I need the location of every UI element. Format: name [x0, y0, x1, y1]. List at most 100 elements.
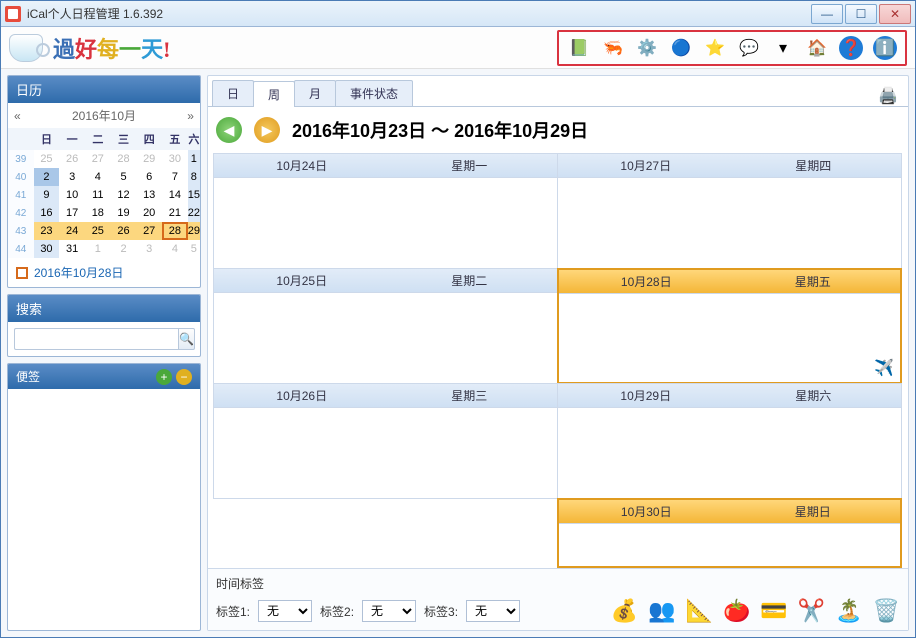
cal-day[interactable]: 29 [136, 150, 162, 168]
day-cell[interactable]: 10月25日星期二 [213, 268, 558, 384]
food-icon[interactable]: 🍅 [723, 598, 750, 624]
cal-day[interactable]: 10 [59, 186, 85, 204]
cal-day[interactable]: 9 [34, 186, 60, 204]
notes-body[interactable] [8, 389, 200, 539]
cal-day[interactable]: 29 [188, 222, 200, 240]
help-icon[interactable]: ❓ [839, 36, 863, 60]
cal-next[interactable]: » [187, 109, 194, 123]
chat-icon[interactable]: 💬 [737, 36, 761, 60]
cal-day[interactable]: 4 [162, 240, 188, 258]
cal-day[interactable]: 27 [136, 222, 162, 240]
cal-day[interactable]: 3 [136, 240, 162, 258]
cal-day[interactable]: 28 [162, 222, 188, 240]
cal-day[interactable]: 18 [85, 204, 111, 222]
cal-day[interactable]: 2 [34, 168, 60, 186]
next-week-button[interactable]: ▶ [254, 117, 280, 143]
search-button[interactable]: 🔍 [178, 328, 195, 350]
minimize-button[interactable]: — [811, 4, 843, 24]
cal-day[interactable]: 5 [111, 168, 137, 186]
dropdown-icon[interactable]: ▾ [771, 36, 795, 60]
day-header: 10月25日星期二 [214, 269, 557, 293]
cal-day[interactable]: 5 [188, 240, 200, 258]
info-icon[interactable]: ℹ️ [873, 36, 897, 60]
cal-day[interactable]: 11 [85, 186, 111, 204]
today-link[interactable]: 2016年10月28日 [8, 258, 200, 287]
cal-day[interactable]: 26 [59, 150, 85, 168]
cal-day[interactable]: 25 [85, 222, 111, 240]
mini-calendar[interactable]: 日一二三四五六392526272829301402345678419101112… [8, 128, 200, 258]
day-cell[interactable]: 10月26日星期三 [213, 383, 558, 499]
cal-day[interactable]: 26 [111, 222, 137, 240]
tag-select-3[interactable]: 无 [466, 600, 520, 622]
cal-day[interactable]: 28 [111, 150, 137, 168]
maximize-button[interactable]: ☐ [845, 4, 877, 24]
prev-week-button[interactable]: ◀ [216, 117, 242, 143]
cal-day[interactable]: 6 [136, 168, 162, 186]
money-icon[interactable]: 💰 [611, 598, 638, 624]
cal-day[interactable]: 4 [85, 168, 111, 186]
notebook-icon[interactable]: 📗 [567, 36, 591, 60]
cal-month-label[interactable]: 2016年10月 [72, 107, 136, 124]
settings-icon[interactable]: ⚙️ [635, 36, 659, 60]
close-button[interactable]: ✕ [879, 4, 911, 24]
cal-day[interactable]: 31 [59, 240, 85, 258]
cal-day[interactable]: 7 [162, 168, 188, 186]
cal-day[interactable]: 3 [59, 168, 85, 186]
day-header: 10月24日星期一 [214, 154, 557, 178]
contacts-icon[interactable]: 👥 [648, 598, 675, 624]
day-cell[interactable]: 10月28日星期五✈️ [557, 268, 902, 384]
day-cell[interactable]: 10月29日星期六 [557, 383, 902, 499]
cal-day[interactable]: 22 [188, 204, 200, 222]
tab-事件状态[interactable]: 事件状态 [335, 80, 413, 106]
tag-label-1: 标签1: [216, 603, 250, 620]
tab-月[interactable]: 月 [294, 80, 336, 106]
globe-icon[interactable]: 🔵 [669, 36, 693, 60]
cal-day[interactable]: 13 [136, 186, 162, 204]
cal-day[interactable]: 30 [162, 150, 188, 168]
favorite-icon[interactable]: ⭐ [703, 36, 727, 60]
tab-周[interactable]: 周 [253, 81, 295, 107]
cal-prev[interactable]: « [14, 109, 21, 123]
cal-day[interactable]: 16 [34, 204, 60, 222]
add-note-button[interactable]: + [156, 369, 172, 385]
today-marker-icon [16, 267, 28, 279]
day-cell[interactable]: 10月30日星期日 [557, 498, 902, 568]
print-icon[interactable]: 🖨️ [872, 86, 904, 106]
day-cell[interactable]: 10月24日星期一 [213, 153, 558, 269]
cal-day[interactable]: 27 [85, 150, 111, 168]
day-header: 10月27日星期四 [558, 154, 901, 178]
cal-day[interactable]: 15 [188, 186, 200, 204]
cal-day[interactable]: 14 [162, 186, 188, 204]
brand-row: 過好每一天! 📗🦐⚙️🔵⭐💬▾🏠❓ℹ️ [1, 27, 915, 69]
cut-icon[interactable]: ✂️ [798, 598, 825, 624]
cal-day[interactable]: 21 [162, 204, 188, 222]
cal-day[interactable]: 30 [34, 240, 60, 258]
cal-day[interactable]: 12 [111, 186, 137, 204]
cal-day[interactable]: 23 [34, 222, 60, 240]
time-tags-title: 时间标签 [216, 575, 900, 592]
trash-icon[interactable]: 🗑️ [873, 598, 900, 624]
remove-note-button[interactable]: − [176, 369, 192, 385]
cal-day[interactable]: 1 [85, 240, 111, 258]
share-icon[interactable]: 🦐 [601, 36, 625, 60]
plane-icon: ✈️ [874, 358, 894, 378]
card-icon[interactable]: 💳 [760, 598, 787, 624]
cal-day[interactable]: 20 [136, 204, 162, 222]
cal-day[interactable]: 25 [34, 150, 60, 168]
search-input[interactable] [14, 328, 178, 350]
cal-day[interactable]: 24 [59, 222, 85, 240]
week-grid[interactable]: 10月24日星期一10月27日星期四10月25日星期二10月28日星期五✈️10… [214, 153, 902, 568]
travel-icon[interactable]: 🏝️ [835, 598, 862, 624]
cal-day[interactable]: 2 [111, 240, 137, 258]
home-icon[interactable]: 🏠 [805, 36, 829, 60]
day-cell[interactable]: 10月27日星期四 [557, 153, 902, 269]
cal-day[interactable]: 19 [111, 204, 137, 222]
tag-select-1[interactable]: 无 [258, 600, 312, 622]
plan-icon[interactable]: 📐 [686, 598, 713, 624]
tag-select-2[interactable]: 无 [362, 600, 416, 622]
cal-day[interactable]: 1 [188, 150, 200, 168]
search-panel: 搜索 🔍 [7, 294, 201, 357]
tab-日[interactable]: 日 [212, 80, 254, 106]
cal-day[interactable]: 8 [188, 168, 200, 186]
cal-day[interactable]: 17 [59, 204, 85, 222]
